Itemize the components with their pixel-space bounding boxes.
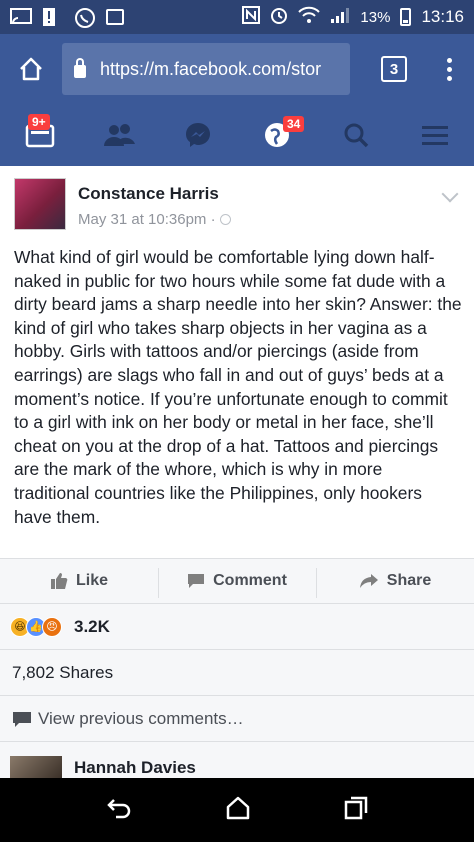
comment-icon [13, 711, 31, 727]
alarm-icon [270, 6, 288, 28]
whatsapp-icon [74, 7, 96, 28]
recents-button[interactable] [344, 796, 368, 825]
back-button[interactable] [106, 797, 132, 824]
browser-toolbar: https://m.facebook.com/stor 3 [0, 34, 474, 104]
facebook-nav: 9+ 34 [0, 104, 474, 166]
home-icon [226, 796, 250, 819]
screen-cast-icon [10, 7, 32, 27]
back-icon [107, 798, 131, 818]
avatar[interactable] [14, 178, 66, 230]
shares-count[interactable]: 7,802 Shares [0, 650, 474, 696]
nav-friends[interactable] [79, 104, 158, 166]
status-bar: 13% 13:16 [0, 0, 474, 34]
image-icon [106, 9, 124, 25]
notification-badge: 9+ [28, 114, 50, 130]
home-nav-button[interactable] [225, 796, 251, 825]
comment-author[interactable]: Hannah Davies [74, 758, 196, 778]
share-button[interactable]: Share [316, 568, 474, 598]
post-actions: Like Comment Share [0, 558, 474, 604]
comment-button[interactable]: Comment [158, 568, 316, 598]
share-icon [359, 574, 378, 588]
url-input[interactable]: https://m.facebook.com/stor [62, 43, 350, 95]
view-previous-label: View previous comments… [38, 708, 244, 728]
menu-dot [446, 66, 452, 72]
alert-icon [42, 7, 64, 27]
recents-icon [344, 796, 367, 819]
post-timestamp[interactable]: May 31 at 10:36pm · [78, 211, 216, 228]
nav-messenger[interactable] [158, 104, 237, 166]
thumbs-up-icon [50, 573, 68, 589]
view-previous-comments[interactable]: View previous comments… [0, 696, 474, 742]
hamburger-icon [421, 126, 448, 145]
battery-icon [400, 8, 412, 26]
post-author[interactable]: Constance Harris [78, 184, 219, 204]
avatar[interactable] [10, 756, 62, 778]
like-button[interactable]: Like [0, 572, 158, 590]
nfc-icon [242, 6, 261, 28]
post-meta: May 31 at 10:36pm · [78, 211, 231, 228]
url-text: https://m.facebook.com/stor [100, 58, 322, 79]
notification-badge: 34 [283, 116, 305, 132]
battery-percent: 13% [360, 8, 391, 26]
tabs-button[interactable]: 3 [364, 56, 424, 82]
lock-icon [74, 57, 86, 78]
messenger-icon [185, 123, 210, 147]
menu-dot [446, 57, 452, 63]
nav-notifications[interactable]: 34 [237, 104, 316, 166]
comment-label: Comment [213, 572, 287, 589]
friends-icon [103, 124, 135, 146]
public-globe-icon [219, 214, 231, 225]
menu-dot [446, 75, 452, 81]
comment-icon [188, 574, 205, 588]
reaction-icons: 😆 👍 😠 [10, 616, 62, 637]
reactions-row[interactable]: 😆 👍 😠 3.2K [0, 604, 474, 650]
like-label: Like [75, 572, 108, 589]
comment-item: Hannah Davies [0, 742, 474, 778]
android-nav-bar [0, 778, 474, 842]
home-button[interactable] [0, 34, 62, 104]
reaction-count: 3.2K [74, 616, 110, 636]
wifi-icon [298, 6, 321, 28]
nav-menu[interactable] [395, 104, 474, 166]
clock: 13:16 [421, 7, 464, 26]
nav-feed[interactable]: 9+ [0, 104, 79, 166]
browser-menu-button[interactable] [424, 57, 474, 81]
tab-count: 3 [381, 56, 407, 82]
share-label: Share [386, 572, 432, 589]
angry-reaction-icon: 😠 [42, 616, 62, 637]
search-icon [344, 123, 368, 148]
home-icon [20, 57, 42, 81]
signal-icon [330, 7, 350, 27]
nav-search[interactable] [316, 104, 395, 166]
post-text: What kind of girl would be comfortable l… [14, 247, 462, 527]
